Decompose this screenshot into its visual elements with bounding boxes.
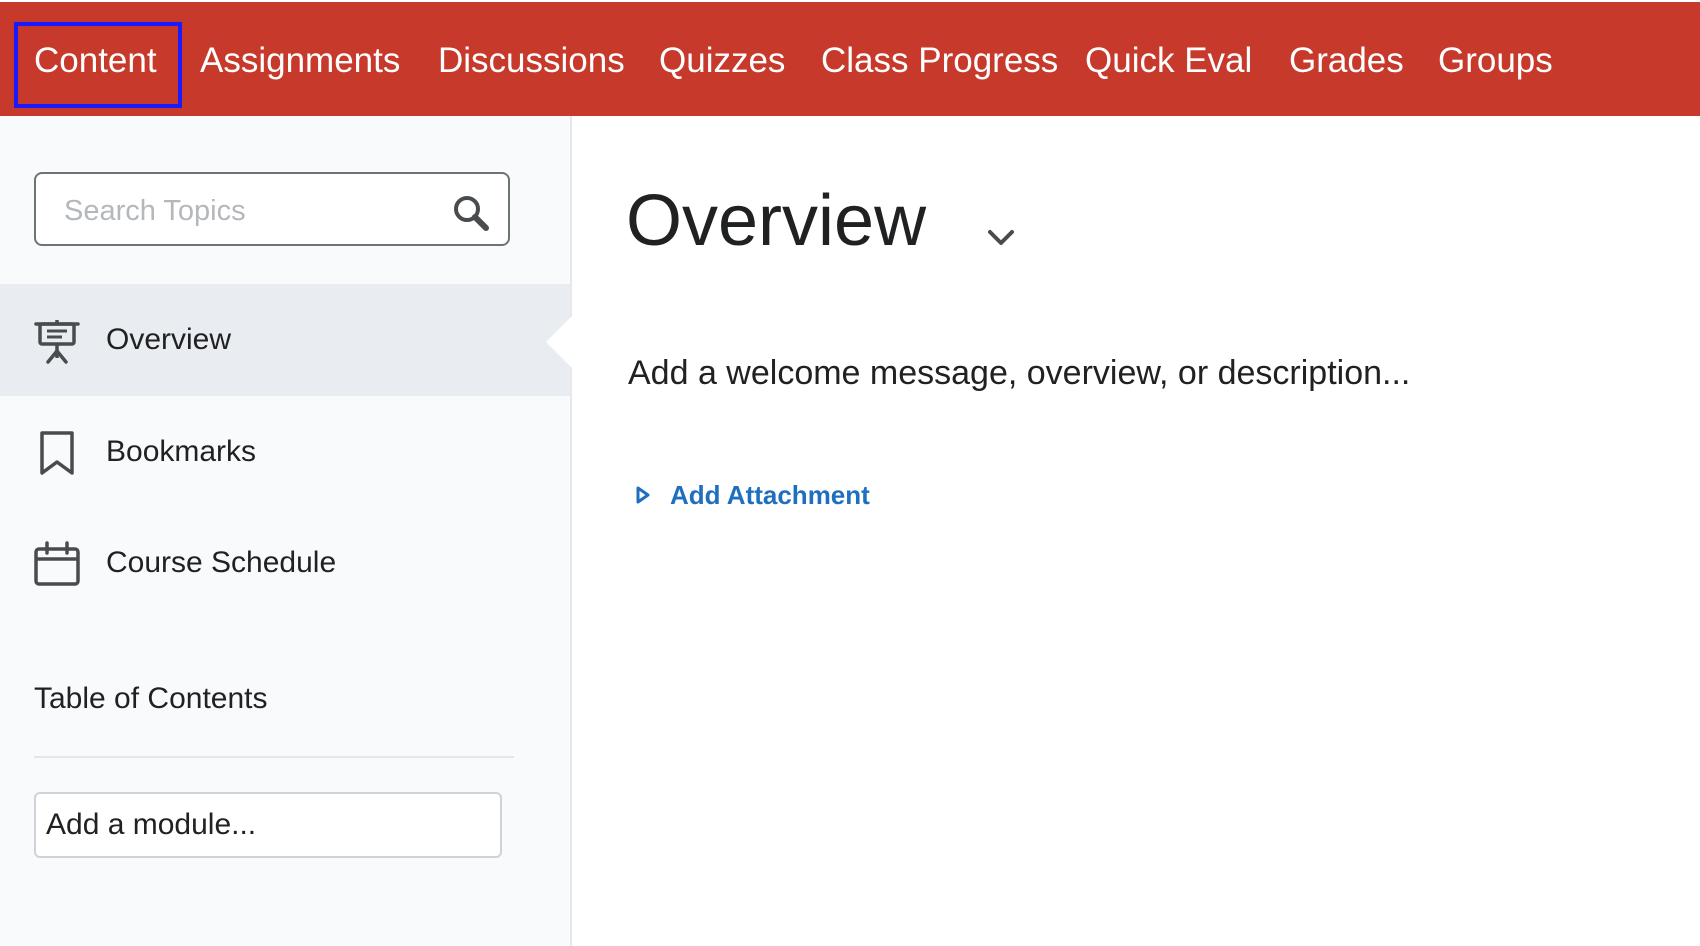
divider	[34, 756, 514, 758]
sidebar-item-course-schedule[interactable]: Course Schedule	[0, 507, 570, 619]
top-navigation-bar: Content Assignments Discussions Quizzes …	[0, 2, 1700, 116]
nav-item-discussions[interactable]: Discussions	[438, 2, 625, 116]
sidebar-item-label: Overview	[106, 323, 232, 356]
search-box	[34, 172, 510, 246]
sidebar-item-bookmarks[interactable]: Bookmarks	[0, 396, 570, 508]
add-module-input[interactable]	[34, 792, 502, 858]
caret-right-icon	[636, 486, 650, 504]
nav-item-groups[interactable]: Groups	[1438, 2, 1553, 116]
sidebar-item-label: Course Schedule	[106, 546, 337, 579]
add-attachment-label: Add Attachment	[670, 480, 870, 510]
calendar-icon	[34, 541, 80, 586]
chevron-down-icon[interactable]	[984, 222, 1018, 252]
nav-item-assignments[interactable]: Assignments	[200, 2, 400, 116]
sidebar-item-label: Bookmarks	[106, 435, 257, 468]
page-title: Overview	[626, 181, 927, 261]
nav-item-grades[interactable]: Grades	[1289, 2, 1404, 116]
search-topics-input[interactable]	[62, 184, 446, 238]
nav-item-content[interactable]: Content	[14, 2, 182, 116]
presentation-icon	[34, 320, 80, 364]
table-of-contents-heading: Table of Contents	[34, 682, 268, 715]
bookmark-icon	[40, 431, 74, 475]
welcome-message-prompt[interactable]: Add a welcome message, overview, or desc…	[628, 354, 1410, 393]
nav-item-class-progress[interactable]: Class Progress	[821, 2, 1058, 116]
sidebar-item-overview[interactable]: Overview	[0, 284, 572, 396]
content-sidebar: Overview Bookmarks Course Schedule Table…	[0, 116, 572, 946]
nav-item-quizzes[interactable]: Quizzes	[659, 2, 785, 116]
nav-item-quick-eval[interactable]: Quick Eval	[1085, 2, 1252, 116]
search-icon[interactable]	[452, 194, 490, 232]
